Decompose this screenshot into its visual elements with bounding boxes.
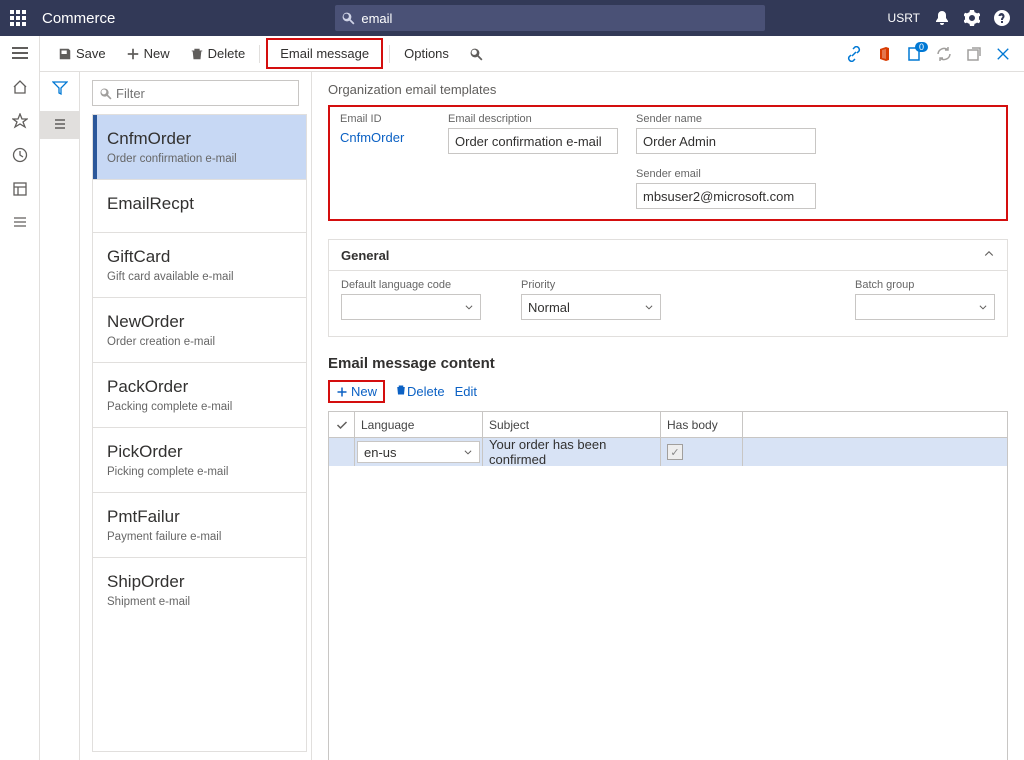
list-item[interactable]: EmailRecpt (93, 179, 306, 232)
attachments-icon[interactable]: 0 (906, 46, 922, 62)
content-header: Email message content (328, 355, 1008, 372)
sender-email-input[interactable]: mbsuser2@microsoft.com (636, 183, 816, 209)
content-edit-button[interactable]: Edit (455, 384, 477, 399)
list-item[interactable]: GiftCardGift card available e-mail (93, 232, 306, 297)
general-header[interactable]: General (328, 239, 1008, 271)
row-subject[interactable]: Your order has been confirmed (483, 438, 661, 466)
refresh-icon[interactable] (936, 46, 952, 62)
popout-icon[interactable] (966, 46, 982, 62)
row-hasbody-checkbox[interactable]: ✓ (667, 444, 683, 460)
lang-code-label: Default language code (341, 279, 481, 291)
batch-label: Batch group (855, 279, 995, 291)
content-delete-button[interactable]: Delete (395, 384, 445, 399)
content-grid: Language Subject Has body en-us Your ord… (328, 411, 1008, 760)
header-fields: Email ID CnfmOrder Email description Order… (328, 105, 1008, 221)
email-id-value[interactable]: CnfmOrder (340, 128, 430, 145)
priority-select[interactable]: Normal (521, 294, 661, 320)
help-icon[interactable] (994, 10, 1010, 26)
list-item[interactable]: NewOrderOrder creation e-mail (93, 297, 306, 362)
star-icon[interactable] (11, 112, 29, 130)
options-button[interactable]: Options (396, 40, 457, 67)
col-subject[interactable]: Subject (483, 412, 661, 437)
batch-select[interactable] (855, 294, 995, 320)
priority-label: Priority (521, 279, 661, 291)
waffle-icon[interactable] (0, 0, 36, 36)
gear-icon[interactable] (964, 10, 980, 26)
hamburger-icon[interactable] (11, 44, 29, 62)
app-title: Commerce (42, 10, 115, 27)
close-icon[interactable] (996, 47, 1010, 61)
company-tag[interactable]: USRT (888, 11, 920, 25)
workspace-icon[interactable] (11, 180, 29, 198)
list-item[interactable]: ShipOrderShipment e-mail (93, 557, 306, 622)
content-new-button[interactable]: New (336, 384, 377, 399)
new-button[interactable]: New (118, 40, 178, 67)
col-check[interactable] (329, 412, 355, 437)
search-action-icon[interactable] (461, 41, 491, 67)
search-box[interactable] (335, 5, 765, 31)
content-new-highlight: New (328, 380, 385, 403)
modules-icon[interactable] (11, 214, 29, 232)
email-message-button[interactable]: Email message (266, 38, 383, 69)
list-item[interactable]: PackOrderPacking complete e-mail (93, 362, 306, 427)
recent-icon[interactable] (11, 146, 29, 164)
template-list: CnfmOrderOrder confirmation e-mail Email… (92, 114, 307, 752)
list-item[interactable]: PickOrderPicking complete e-mail (93, 427, 306, 492)
col-hasbody[interactable]: Has body (661, 412, 743, 437)
list-view-icon[interactable] (40, 111, 79, 139)
sender-name-label: Sender name (636, 113, 816, 125)
list-filter[interactable] (92, 80, 299, 106)
home-icon[interactable] (11, 78, 29, 96)
link-icon[interactable] (846, 46, 862, 62)
page-title: Organization email templates (328, 82, 1008, 97)
save-button[interactable]: Save (50, 40, 114, 67)
row-language-select[interactable]: en-us (357, 441, 480, 463)
email-desc-input[interactable]: Order confirmation e-mail (448, 128, 618, 154)
col-language[interactable]: Language (355, 412, 483, 437)
sender-email-label: Sender email (636, 168, 816, 180)
list-item[interactable]: PmtFailurPayment failure e-mail (93, 492, 306, 557)
list-item[interactable]: CnfmOrderOrder confirmation e-mail (93, 115, 306, 179)
search-input[interactable] (361, 11, 765, 26)
email-desc-label: Email description (448, 113, 618, 125)
bell-icon[interactable] (934, 10, 950, 26)
delete-button[interactable]: Delete (182, 40, 254, 67)
funnel-icon[interactable] (52, 80, 68, 99)
list-filter-input[interactable] (116, 86, 292, 101)
sender-name-input[interactable]: Order Admin (636, 128, 816, 154)
email-id-label: Email ID (340, 113, 430, 125)
office-icon[interactable] (876, 46, 892, 62)
lang-code-select[interactable] (341, 294, 481, 320)
table-row[interactable]: en-us Your order has been confirmed ✓ (329, 438, 1007, 466)
chevron-up-icon (983, 248, 995, 263)
